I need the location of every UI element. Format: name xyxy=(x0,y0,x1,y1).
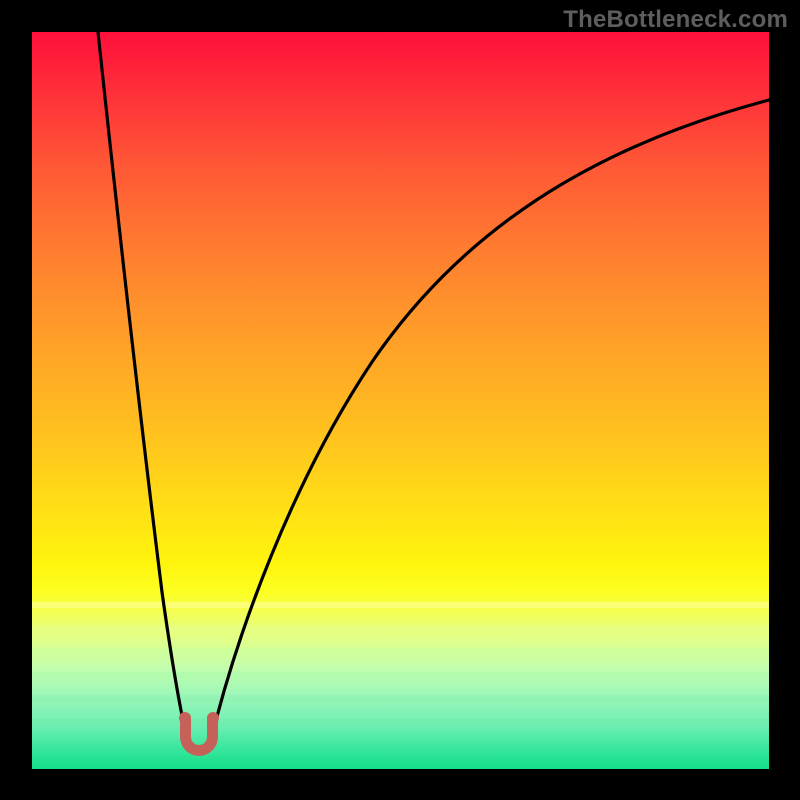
plot-area xyxy=(32,32,769,769)
watermark-text: TheBottleneck.com xyxy=(563,6,788,34)
bottleneck-curve xyxy=(32,32,769,769)
curve-right-branch xyxy=(210,100,769,744)
optimum-marker xyxy=(180,718,218,756)
curve-left-branch xyxy=(98,32,188,744)
chart-frame: TheBottleneck.com xyxy=(0,0,800,800)
